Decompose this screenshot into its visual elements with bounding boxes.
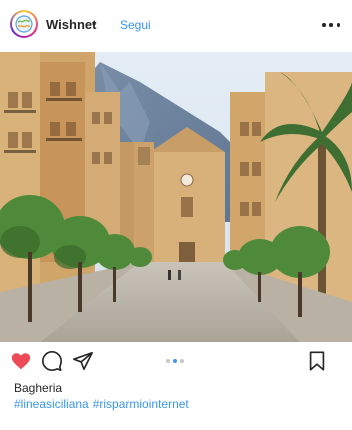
post-location[interactable]: Bagheria bbox=[14, 381, 62, 395]
comment-icon[interactable] bbox=[41, 350, 63, 372]
bookmark-icon[interactable] bbox=[306, 350, 328, 372]
carousel-dot bbox=[166, 359, 170, 363]
send-icon[interactable] bbox=[72, 350, 94, 372]
hashtags: #lineasiciliana #risparmiointernet bbox=[14, 397, 189, 411]
carousel-indicator bbox=[166, 359, 184, 363]
carousel-dot-active bbox=[173, 359, 177, 363]
carousel-dot bbox=[180, 359, 184, 363]
post-actions bbox=[0, 342, 352, 378]
heart-icon[interactable] bbox=[10, 350, 32, 372]
more-options-icon[interactable] bbox=[322, 18, 340, 32]
hashtag-link[interactable]: #lineasiciliana bbox=[14, 397, 89, 411]
follow-button[interactable]: Segui bbox=[120, 18, 151, 32]
username[interactable]: Wishnet bbox=[46, 17, 96, 32]
hashtag-link[interactable]: #risparmiointernet bbox=[93, 397, 189, 411]
post-header: Wishnet • Segui bbox=[0, 0, 352, 52]
post-photo[interactable] bbox=[0, 52, 352, 342]
wishnet-globe-logo-icon bbox=[12, 12, 36, 36]
separator: • bbox=[92, 17, 97, 31]
avatar[interactable] bbox=[10, 10, 38, 38]
